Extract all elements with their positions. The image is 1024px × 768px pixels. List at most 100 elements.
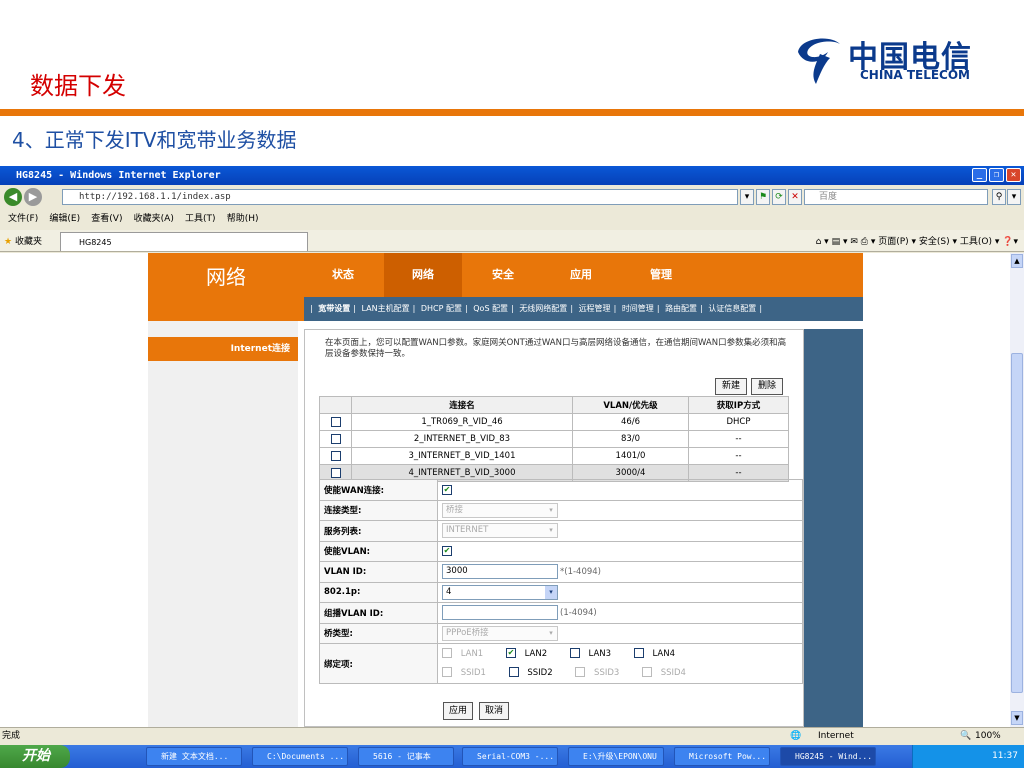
refresh-icon[interactable]: ⟳ <box>772 189 786 205</box>
address-dropdown-icon[interactable]: ▾ <box>740 189 754 205</box>
row-checkbox[interactable] <box>330 467 341 478</box>
page-scrollbar[interactable]: ▲ ▼ <box>1010 253 1024 727</box>
address-bar[interactable]: http://192.168.1.1/index.asp <box>62 189 738 205</box>
favorites-button[interactable]: ★ 收藏夹 <box>4 234 42 247</box>
new-button[interactable]: 新建 <box>715 378 747 395</box>
sidebar-item-internet[interactable]: Internet连接 <box>148 337 298 361</box>
print-icon[interactable]: ⎙ ▾ <box>861 237 876 247</box>
search-options-icon[interactable]: ▾ <box>1007 189 1021 205</box>
wan-form: 使能WAN连接: ✔ 连接类型: 桥接 ▾ 服务列表: INTERNET ▾ 使能V… <box>319 479 803 684</box>
delete-button[interactable]: 删除 <box>751 378 783 395</box>
lan4-checkbox[interactable] <box>633 648 644 658</box>
bridge-type-label: 桥类型: <box>319 622 438 644</box>
table-row[interactable]: 1_TR069_R_VID_46 46/6 DHCP <box>319 413 789 431</box>
ssid4-checkbox[interactable] <box>642 667 653 677</box>
mail-icon[interactable]: ✉ <box>850 237 858 247</box>
zoom-level[interactable]: 100% <box>975 728 1001 745</box>
8021p-select[interactable]: 4 ▾ <box>442 584 558 600</box>
enable-vlan-label: 使能VLAN: <box>319 540 438 562</box>
help-icon[interactable]: ❓▾ <box>1002 237 1018 247</box>
enable-wan-checkbox[interactable]: ✔ <box>442 484 452 495</box>
task-serial[interactable]: Serial-COM3 -... <box>462 747 558 766</box>
telecom-swirl-icon <box>798 38 840 84</box>
menu-edit[interactable]: 编辑(E) <box>49 214 80 224</box>
chevron-down-icon: ▾ <box>549 526 553 535</box>
task-notepad-5616[interactable]: 5616 - 记事本 <box>358 747 454 766</box>
subnav-qos[interactable]: QoS 配置 <box>470 304 511 313</box>
service-select[interactable]: INTERNET ▾ <box>442 523 558 539</box>
mcast-vlan-input[interactable] <box>442 605 558 621</box>
nav-security[interactable]: 安全 <box>464 253 542 297</box>
vlan-id-input[interactable]: 3000 <box>442 564 558 580</box>
task-powerpoint[interactable]: Microsoft Pow... <box>674 747 770 766</box>
clock[interactable]: 11:37 <box>992 751 1018 761</box>
task-explorer-epon[interactable]: E:\升级\EPON\ONU <box>568 747 664 766</box>
apply-button[interactable]: 应用 <box>443 702 473 720</box>
conn-type-select[interactable]: 桥接 ▾ <box>442 502 558 518</box>
back-icon[interactable]: ◀ <box>4 188 22 206</box>
slide-header: 数据下发 中国电信 CHINA TELECOM 4、正常下发ITV和宽带业务数据 <box>0 0 1024 166</box>
command-bar[interactable]: ⌂ ▾ ▤ ▾ ✉ ⎙ ▾ 页面(P) ▾ 安全(S) ▾ 工具(O) ▾ ❓▾ <box>816 234 1018 247</box>
row-checkbox[interactable] <box>330 416 341 427</box>
ssid2-checkbox[interactable] <box>508 667 519 677</box>
feeds-icon[interactable]: ▤ ▾ <box>832 237 848 247</box>
table-row[interactable]: 3_INTERNET_B_VID_1401 1401/0 -- <box>319 447 789 465</box>
china-telecom-logo: 中国电信 CHINA TELECOM <box>790 30 990 90</box>
zoom-icon[interactable]: 🔍 <box>960 728 971 745</box>
nav-status[interactable]: 状态 <box>304 253 382 297</box>
subnav-route[interactable]: 路由配置 <box>662 304 700 313</box>
vlan-id-label: VLAN ID: <box>319 561 438 583</box>
subnav-lan[interactable]: LAN主机配置 <box>359 304 413 313</box>
lan2-checkbox[interactable]: ✔ <box>505 648 516 658</box>
minimize-button[interactable]: _ <box>972 168 987 182</box>
status-text: 完成 <box>2 731 21 741</box>
conn-type-value: 桥接 <box>446 504 464 515</box>
ssid3-checkbox[interactable] <box>575 667 586 677</box>
subnav-wlan[interactable]: 无线网络配置 <box>516 304 570 313</box>
stop-icon[interactable]: ✕ <box>788 189 802 205</box>
task-notepad-new[interactable]: 新建 文本文档... <box>146 747 242 766</box>
close-button[interactable]: ✕ <box>1006 168 1021 182</box>
ssid1-checkbox[interactable] <box>442 667 452 677</box>
subnav-wan[interactable]: 宽带设置 <box>315 304 353 313</box>
nav-application[interactable]: 应用 <box>542 253 620 297</box>
nav-management[interactable]: 管理 <box>622 253 700 297</box>
scroll-down-icon[interactable]: ▼ <box>1011 711 1023 725</box>
forward-icon[interactable]: ▶ <box>24 188 42 206</box>
task-explorer-docs[interactable]: C:\Documents ... <box>252 747 348 766</box>
menu-favorites[interactable]: 收藏夹(A) <box>134 214 174 224</box>
nav-network[interactable]: 网络 <box>384 253 462 297</box>
subnav-remote[interactable]: 远程管理 <box>576 304 614 313</box>
menu-help[interactable]: 帮助(H) <box>227 214 259 224</box>
start-button[interactable]: 开始 <box>0 745 70 768</box>
vlan-id-hint: *(1-4094) <box>560 567 601 578</box>
home-icon[interactable]: ⌂ ▾ <box>816 237 829 247</box>
bridge-type-select[interactable]: PPPoE桥接 ▾ <box>442 625 558 641</box>
address-row: ◀ ▶ http://192.168.1.1/index.asp ▾ ⚑ ⟳ ✕… <box>0 186 1024 208</box>
row-checkbox[interactable] <box>330 433 341 444</box>
cancel-button[interactable]: 取消 <box>479 702 509 720</box>
menu-tools[interactable]: 工具(T) <box>185 214 216 224</box>
search-input[interactable]: 百度 <box>804 189 988 205</box>
subnav-dhcp[interactable]: DHCP 配置 <box>418 304 465 313</box>
scroll-thumb[interactable] <box>1011 353 1023 693</box>
8021p-value: 4 <box>446 586 452 597</box>
task-ie[interactable]: HG8245 - Wind... <box>780 747 876 766</box>
ie-window: HG8245 - Windows Internet Explorer _ ❐ ✕… <box>0 166 1024 768</box>
search-icon[interactable]: ⚲ <box>992 189 1006 205</box>
cell-name: 3_INTERNET_B_VID_1401 <box>351 447 573 465</box>
lan3-checkbox[interactable] <box>569 648 580 658</box>
menu-file[interactable]: 文件(F) <box>8 214 38 224</box>
enable-vlan-checkbox[interactable]: ✔ <box>442 546 452 556</box>
lan1-checkbox[interactable] <box>442 648 452 658</box>
subnav-auth[interactable]: 认证信息配置 <box>705 304 759 313</box>
compat-icon[interactable]: ⚑ <box>756 189 770 205</box>
row-checkbox[interactable] <box>330 450 341 461</box>
menu-view[interactable]: 查看(V) <box>91 214 122 224</box>
scroll-up-icon[interactable]: ▲ <box>1011 254 1023 268</box>
subnav-time[interactable]: 时间管理 <box>619 304 657 313</box>
browser-tab[interactable]: HG8245 <box>60 232 308 251</box>
cell-name: 1_TR069_R_VID_46 <box>351 413 573 431</box>
maximize-button[interactable]: ❐ <box>989 168 1004 182</box>
table-row[interactable]: 2_INTERNET_B_VID_83 83/0 -- <box>319 430 789 448</box>
